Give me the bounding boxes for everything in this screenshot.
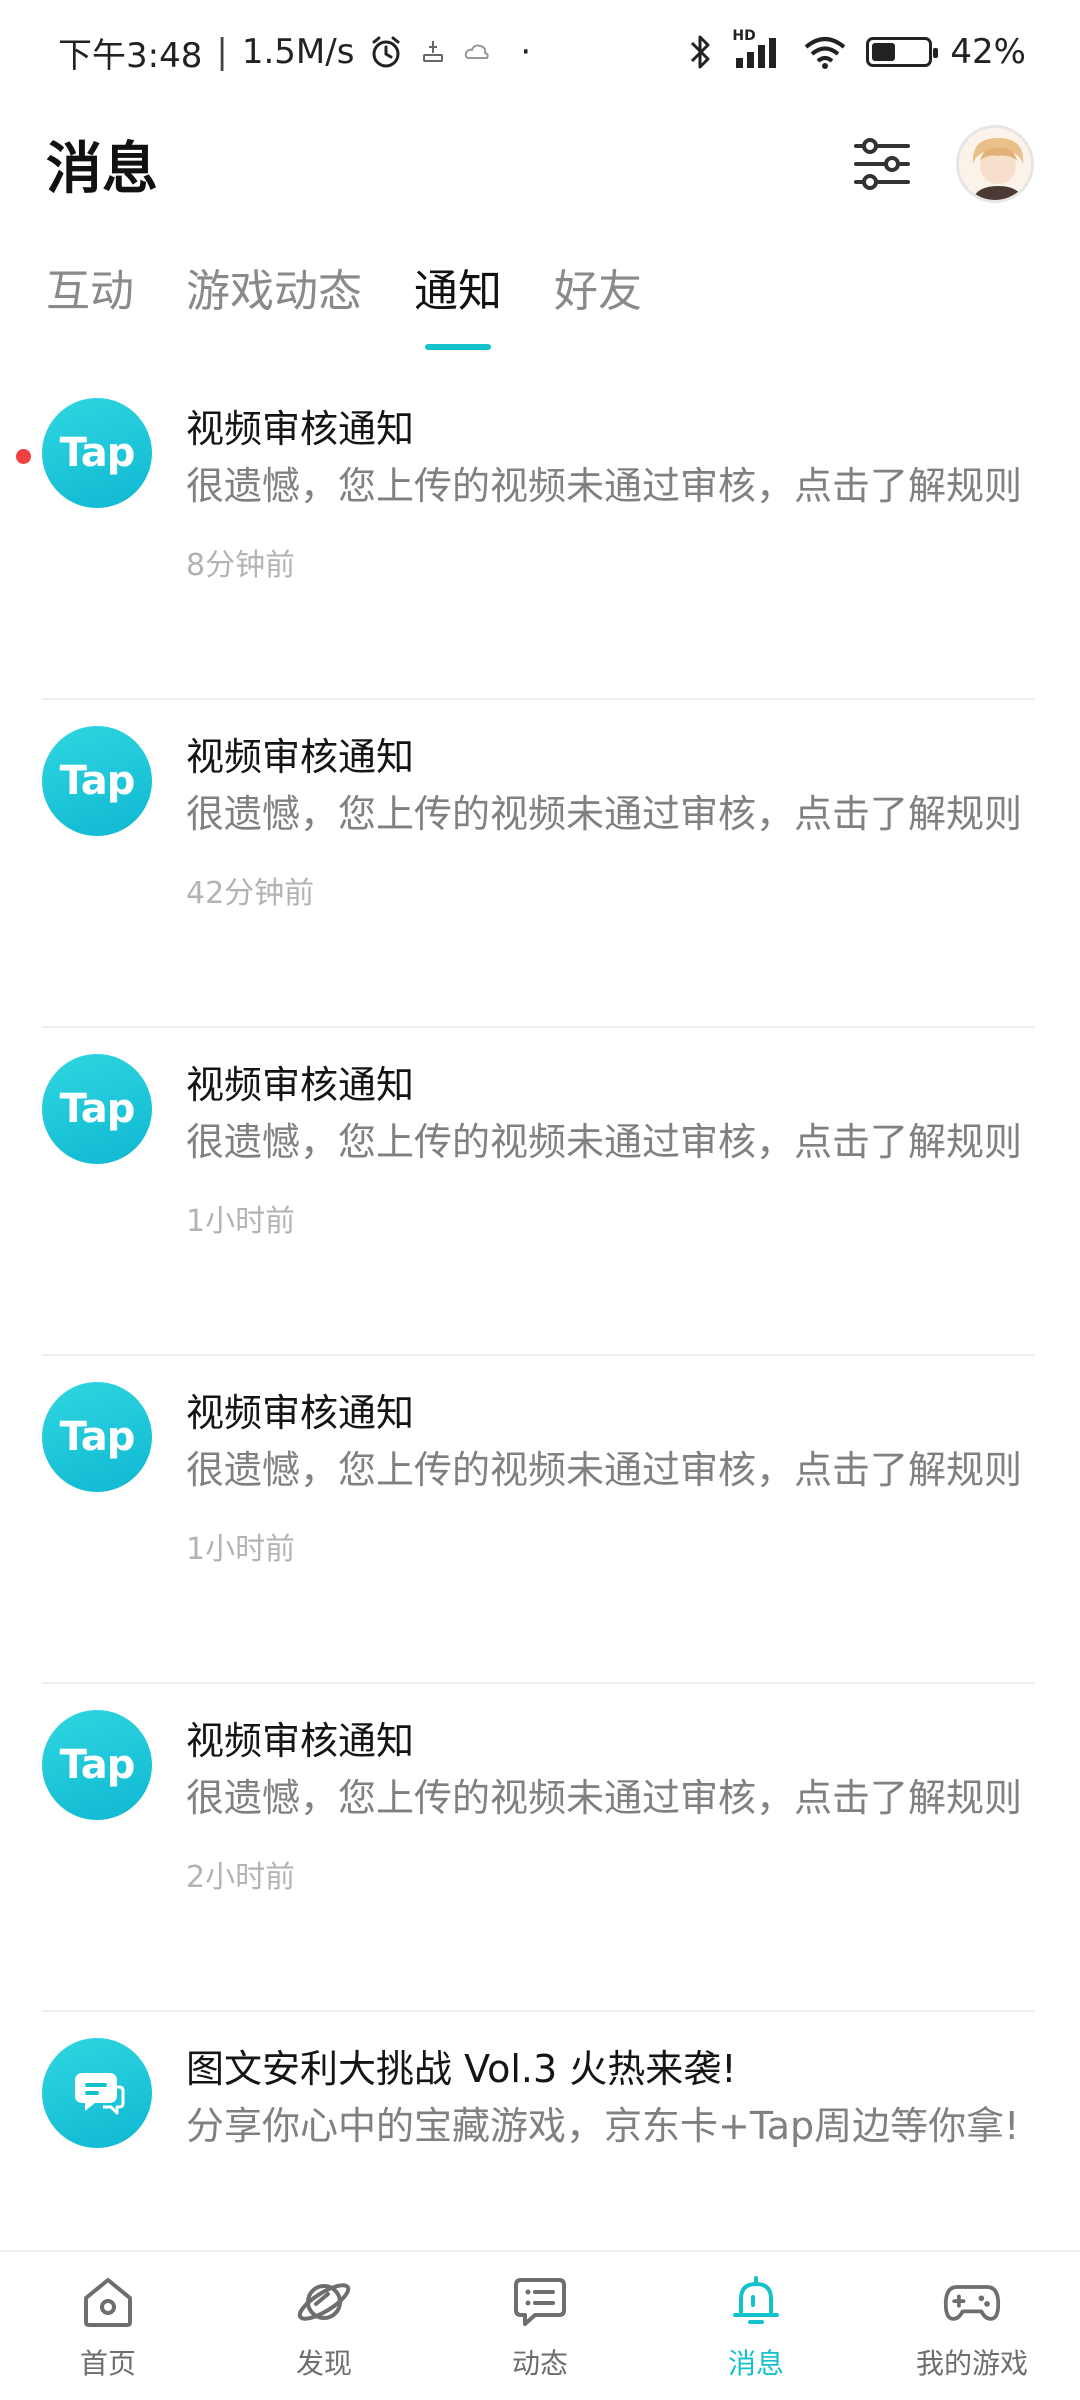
status-left: 下午3:48 | 1.5M/s ·: [58, 28, 531, 77]
filter-settings-button[interactable]: [850, 132, 914, 196]
chat-bubble-icon: [42, 2038, 152, 2148]
tap-logo-icon: Tap: [42, 1054, 152, 1164]
nav-label: 发现: [295, 2347, 352, 2380]
message-square-icon: [510, 2272, 570, 2332]
battery-level: [872, 43, 896, 61]
chat-bubble-glyph: [75, 2073, 125, 2115]
header: 消息: [0, 104, 1080, 224]
bottom-nav: 首页 发现 动态 消息 我的游戏: [0, 2250, 1080, 2400]
bluetooth-icon: [688, 33, 714, 71]
notification-title: 图文安利大挑战 Vol.3 火热来袭!: [186, 2047, 737, 2091]
nav-label: 我的游戏: [915, 2347, 1028, 2380]
status-more-dot: ·: [520, 32, 532, 72]
notification-item[interactable]: Tap 视频审核通知 很遗憾，您上传的视频未通过审核，点击了解规则 8分钟前: [0, 372, 1080, 700]
nav-label: 动态: [511, 2347, 568, 2380]
notification-time: 1小时前: [186, 1204, 296, 1239]
nav-discover[interactable]: 发现: [216, 2252, 432, 2400]
notification-body: 视频审核通知 很遗憾，您上传的视频未通过审核，点击了解规则 1小时前: [186, 1378, 1034, 1684]
notification-item[interactable]: Tap 视频审核通知 很遗憾，您上传的视频未通过审核，点击了解规则 2小时前: [0, 1684, 1080, 2012]
status-right: HD 42%: [688, 28, 1026, 72]
tap-logo-text: Tap: [59, 758, 136, 804]
notification-title: 视频审核通知: [186, 735, 415, 779]
tab-game-updates[interactable]: 游戏动态: [186, 250, 362, 334]
nav-messages[interactable]: 消息: [648, 2252, 864, 2400]
tab-bar: 互动 游戏动态 通知 好友: [0, 250, 1080, 360]
page-title: 消息: [46, 136, 158, 202]
notification-list[interactable]: Tap 视频审核通知 很遗憾，您上传的视频未通过审核，点击了解规则 8分钟前 T…: [0, 372, 1080, 2250]
header-actions: [850, 125, 1034, 203]
planet-icon: [294, 2272, 354, 2332]
notification-item[interactable]: Tap 视频审核通知 很遗憾，您上传的视频未通过审核，点击了解规则 42分钟前: [0, 700, 1080, 1028]
hd-label: HD: [732, 28, 756, 44]
status-bar: 下午3:48 | 1.5M/s · HD 42%: [0, 0, 1080, 104]
notification-body: 视频审核通知 很遗憾，您上传的视频未通过审核，点击了解规则 2小时前: [186, 1706, 1034, 2012]
notification-title: 视频审核通知: [186, 407, 415, 451]
notification-text: 分享你心中的宝藏游戏，京东卡+Tap周边等你拿!: [186, 2104, 1020, 2148]
notification-body: 图文安利大挑战 Vol.3 火热来袭! 分享你心中的宝藏游戏，京东卡+Tap周边…: [186, 2034, 1034, 2250]
notification-text: 很遗憾，您上传的视频未通过审核，点击了解规则: [186, 792, 1023, 836]
signal-hd-icon: HD: [732, 28, 784, 70]
sliders-icon: [854, 138, 910, 190]
nav-label: 首页: [79, 2347, 136, 2380]
nav-feed[interactable]: 动态: [432, 2252, 648, 2400]
notification-text: 很遗憾，您上传的视频未通过审核，点击了解规则: [186, 464, 1023, 508]
notification-item[interactable]: Tap 视频审核通知 很遗憾，您上传的视频未通过审核，点击了解规则 1小时前: [0, 1356, 1080, 1684]
gamepad-icon: [942, 2272, 1002, 2332]
cloud-app-icon: [462, 37, 492, 67]
tab-notifications[interactable]: 通知: [414, 250, 502, 334]
alarm-icon: [368, 34, 404, 70]
tap-logo-text: Tap: [59, 1414, 136, 1460]
notification-title: 视频审核通知: [186, 1391, 415, 1435]
notification-item[interactable]: 图文安利大挑战 Vol.3 火热来袭! 分享你心中的宝藏游戏，京东卡+Tap周边…: [0, 2012, 1080, 2250]
notification-title: 视频审核通知: [186, 1719, 415, 1763]
notification-body: 视频审核通知 很遗憾，您上传的视频未通过审核，点击了解规则 1小时前: [186, 1050, 1034, 1356]
tab-interactions[interactable]: 互动: [46, 250, 134, 334]
tap-logo-icon: Tap: [42, 1710, 152, 1820]
notification-time: 8分钟前: [186, 548, 296, 583]
notification-body: 视频审核通知 很遗憾，您上传的视频未通过审核，点击了解规则 42分钟前: [186, 722, 1034, 1028]
notification-text: 很遗憾，您上传的视频未通过审核，点击了解规则: [186, 1776, 1023, 1820]
notification-time: 2小时前: [186, 1860, 296, 1895]
notification-time: 42分钟前: [186, 876, 315, 911]
notification-body: 视频审核通知 很遗憾，您上传的视频未通过审核，点击了解规则 8分钟前: [186, 394, 1034, 700]
nav-home[interactable]: 首页: [0, 2252, 216, 2400]
nav-label: 消息: [727, 2347, 784, 2380]
battery-percent: 42%: [950, 32, 1026, 72]
nav-my-games[interactable]: 我的游戏: [864, 2252, 1080, 2400]
notification-time: 1小时前: [186, 1532, 296, 1567]
wifi-icon: [802, 34, 848, 70]
tap-logo-icon: Tap: [42, 1382, 152, 1492]
home-icon: [78, 2272, 138, 2332]
bell-icon: [726, 2272, 786, 2332]
tap-logo-text: Tap: [59, 1742, 136, 1788]
avatar-image: [959, 128, 1031, 200]
tap-logo-icon: Tap: [42, 398, 152, 508]
status-time: 下午3:48: [58, 35, 203, 76]
notification-text: 很遗憾，您上传的视频未通过审核，点击了解规则: [186, 1120, 1023, 1164]
notification-text: 很遗憾，您上传的视频未通过审核，点击了解规则: [186, 1448, 1023, 1492]
notification-app-icon: [418, 37, 448, 67]
unread-dot: [16, 449, 31, 464]
tab-friends[interactable]: 好友: [554, 250, 642, 334]
status-divider: |: [216, 32, 228, 72]
tap-logo-text: Tap: [59, 430, 136, 476]
notification-title: 视频审核通知: [186, 1063, 415, 1107]
network-speed: 1.5M/s: [241, 32, 355, 72]
battery-icon: [866, 37, 939, 67]
tap-logo-icon: Tap: [42, 726, 152, 836]
notification-item[interactable]: Tap 视频审核通知 很遗憾，您上传的视频未通过审核，点击了解规则 1小时前: [0, 1028, 1080, 1356]
avatar[interactable]: [956, 125, 1034, 203]
tap-logo-text: Tap: [59, 1086, 136, 1132]
